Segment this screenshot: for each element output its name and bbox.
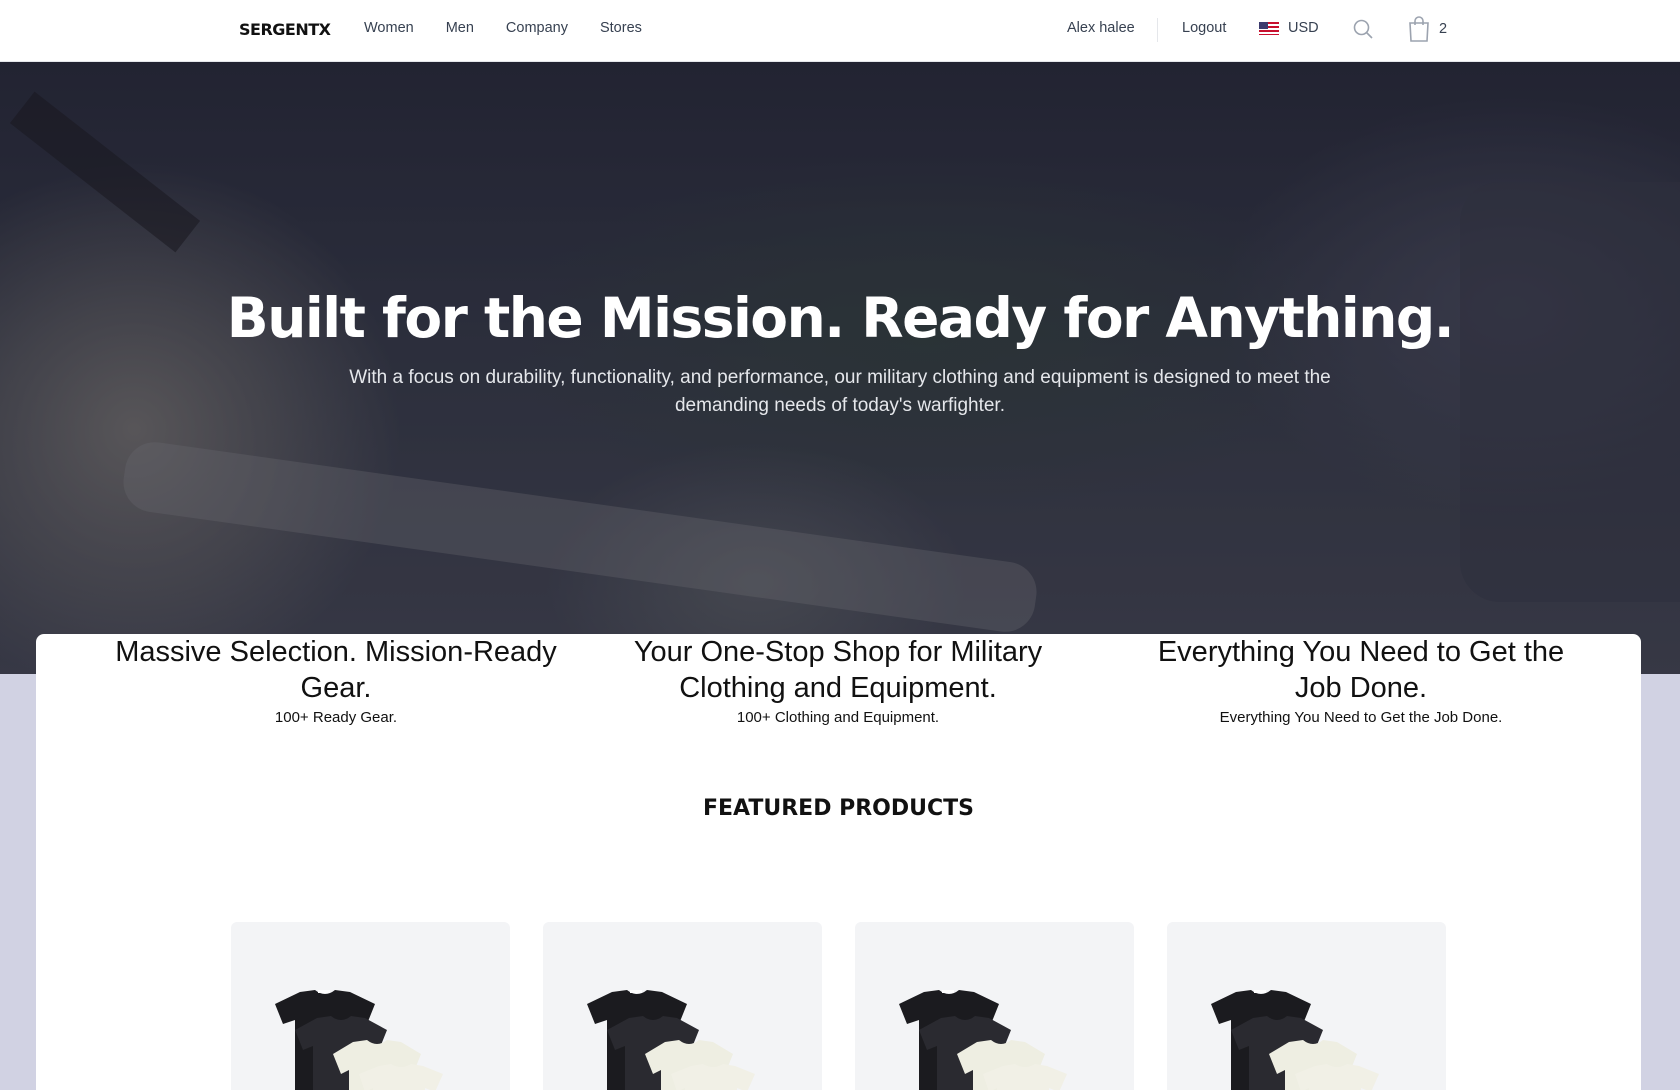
feature-subtitle: 100+ Clothing and Equipment. <box>736 709 940 726</box>
tshirt-stack-image <box>1211 990 1379 1090</box>
product-card[interactable] <box>1167 922 1446 1090</box>
nav-link-company[interactable]: Company <box>506 20 568 36</box>
primary-nav: Women Men Company Stores <box>364 20 642 36</box>
hero-subtitle: With a focus on durability, functionalit… <box>349 367 1331 416</box>
search-icon[interactable] <box>1351 17 1375 41</box>
tshirt-stack-image <box>587 990 755 1090</box>
product-card[interactable] <box>231 922 510 1090</box>
product-card[interactable] <box>855 922 1134 1090</box>
hero-banner: Built for the Mission. Ready for Anythin… <box>0 62 1680 674</box>
tshirt-stack-image <box>275 990 443 1090</box>
shopping-bag-icon <box>1409 16 1429 42</box>
featured-products-heading: FEATURED PRODUCTS <box>702 796 975 821</box>
currency-selector[interactable]: USD <box>1259 20 1319 36</box>
product-grid <box>231 922 1446 1090</box>
tshirt-stack-image <box>899 990 1067 1090</box>
brand-logo[interactable]: SERGENTX <box>239 20 331 39</box>
hero-title: Built for the Mission. Ready for Anythin… <box>226 286 1455 350</box>
content-card: Massive Selection. Mission-Ready Gear. 1… <box>36 634 1641 1090</box>
us-flag-icon <box>1259 21 1279 35</box>
top-navigation: SERGENTX Women Men Company Stores Alex h… <box>0 0 1680 62</box>
nav-link-stores[interactable]: Stores <box>600 20 642 36</box>
currency-label: USD <box>1288 20 1319 36</box>
product-card[interactable] <box>543 922 822 1090</box>
feature-subtitle: 100+ Ready Gear. <box>274 709 398 726</box>
account-name-link[interactable]: Alex halee <box>1067 20 1135 36</box>
cart-button[interactable]: 2 <box>1408 16 1447 42</box>
hero-content: Built for the Mission. Ready for Anythin… <box>0 62 1680 674</box>
nav-divider <box>1157 18 1158 42</box>
cart-count: 2 <box>1439 21 1448 37</box>
feature-subtitle: Everything You Need to Get the Job Done. <box>1219 709 1503 726</box>
nav-link-women[interactable]: Women <box>364 20 414 36</box>
nav-link-men[interactable]: Men <box>446 20 474 36</box>
logout-link[interactable]: Logout <box>1182 20 1226 36</box>
